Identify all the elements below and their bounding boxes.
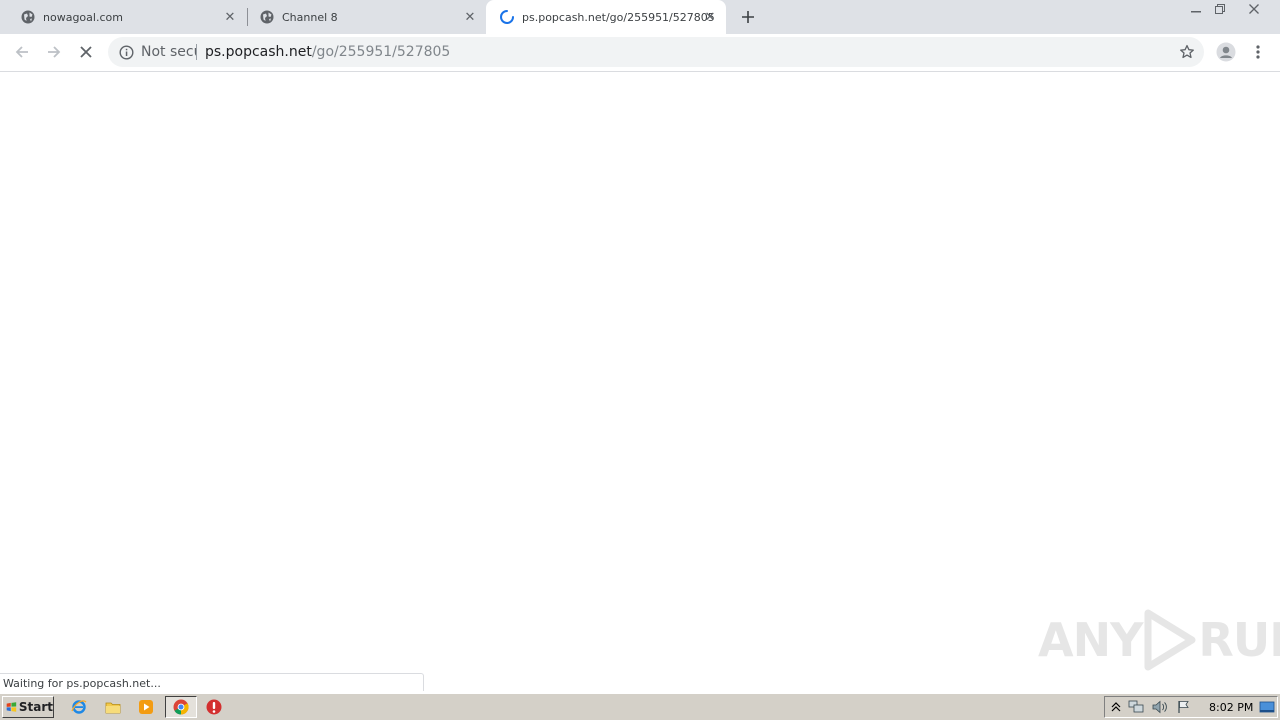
plus-icon (742, 11, 754, 23)
security-label[interactable]: Not secure (141, 44, 197, 60)
bookmark-star-icon[interactable] (1178, 43, 1196, 61)
browser-toolbar: Not secure ps.popcash.net/go/255951/5278… (0, 34, 1280, 72)
back-button[interactable] (10, 40, 34, 64)
volume-icon[interactable] (1152, 699, 1168, 715)
watermark-text-right: RUN (1198, 613, 1280, 667)
info-icon[interactable] (118, 44, 134, 60)
status-bubble: Waiting for ps.popcash.net... (0, 673, 424, 691)
anyrun-watermark: ANY RUN (1038, 608, 1280, 672)
globe-icon (259, 9, 275, 25)
action-center-flag-icon[interactable] (1176, 699, 1192, 715)
windows-logo-icon (6, 702, 17, 712)
show-desktop-icon[interactable] (1259, 699, 1275, 715)
chrome-taskbar-button[interactable] (165, 696, 197, 718)
forward-button[interactable] (42, 40, 66, 64)
close-window-button[interactable] (1240, 0, 1268, 18)
tray-chevron-up-icon[interactable] (1108, 699, 1124, 715)
menu-kebab-icon[interactable] (1248, 40, 1268, 64)
watermark-text-left: ANY (1038, 613, 1143, 667)
network-icon[interactable] (1128, 699, 1144, 715)
close-tab-icon[interactable]: ✕ (222, 9, 238, 25)
tab-title: Channel 8 (282, 10, 338, 24)
url-host: ps.popcash.net (205, 44, 312, 60)
arrow-right-icon (48, 46, 61, 58)
stop-loading-button[interactable] (74, 40, 98, 64)
minimize-button[interactable] (1184, 0, 1208, 18)
new-tab-button[interactable] (738, 7, 758, 27)
system-tray: 8:02 PM (1104, 696, 1278, 718)
globe-icon (20, 9, 36, 25)
url-path: /go/255951/527805 (311, 44, 451, 60)
close-tab-icon[interactable]: ✕ (462, 9, 478, 25)
tab-strip: nowagoal.com ✕ Channel 8 ✕ ps.popcash.ne… (0, 0, 1280, 34)
chrome-icon (173, 699, 189, 715)
omnibox-divider (196, 44, 197, 60)
tab-channel-8[interactable]: Channel 8 ✕ (239, 0, 486, 34)
url-text[interactable]: ps.popcash.net/go/255951/527805 (205, 44, 450, 60)
start-label: Start (18, 700, 53, 714)
address-bar[interactable]: Not secure ps.popcash.net/go/255951/5278… (108, 37, 1204, 67)
loading-spinner-icon (499, 9, 515, 25)
file-explorer-icon[interactable] (104, 698, 122, 716)
close-icon (80, 46, 92, 58)
tab-title: ps.popcash.net/go/255951/527805 (522, 10, 715, 24)
media-player-icon[interactable] (137, 698, 155, 716)
tab-title: nowagoal.com (43, 10, 123, 24)
tab-nowagoal[interactable]: nowagoal.com ✕ (0, 0, 246, 34)
start-button[interactable]: Start (2, 696, 54, 718)
page-content (0, 72, 1280, 692)
internet-explorer-icon[interactable] (70, 698, 88, 716)
restore-button[interactable] (1208, 0, 1232, 18)
profile-avatar-icon[interactable] (1214, 40, 1238, 64)
taskbar-clock[interactable]: 8:02 PM (1209, 701, 1253, 714)
tab-popcash[interactable]: ps.popcash.net/go/255951/527805 ✕ (486, 0, 726, 34)
play-logo-icon (1144, 609, 1196, 671)
close-tab-icon[interactable]: ✕ (702, 9, 718, 25)
taskbar: Start 8:02 PM (0, 693, 1280, 720)
arrow-left-icon (15, 46, 28, 58)
security-shield-icon[interactable] (205, 698, 223, 716)
